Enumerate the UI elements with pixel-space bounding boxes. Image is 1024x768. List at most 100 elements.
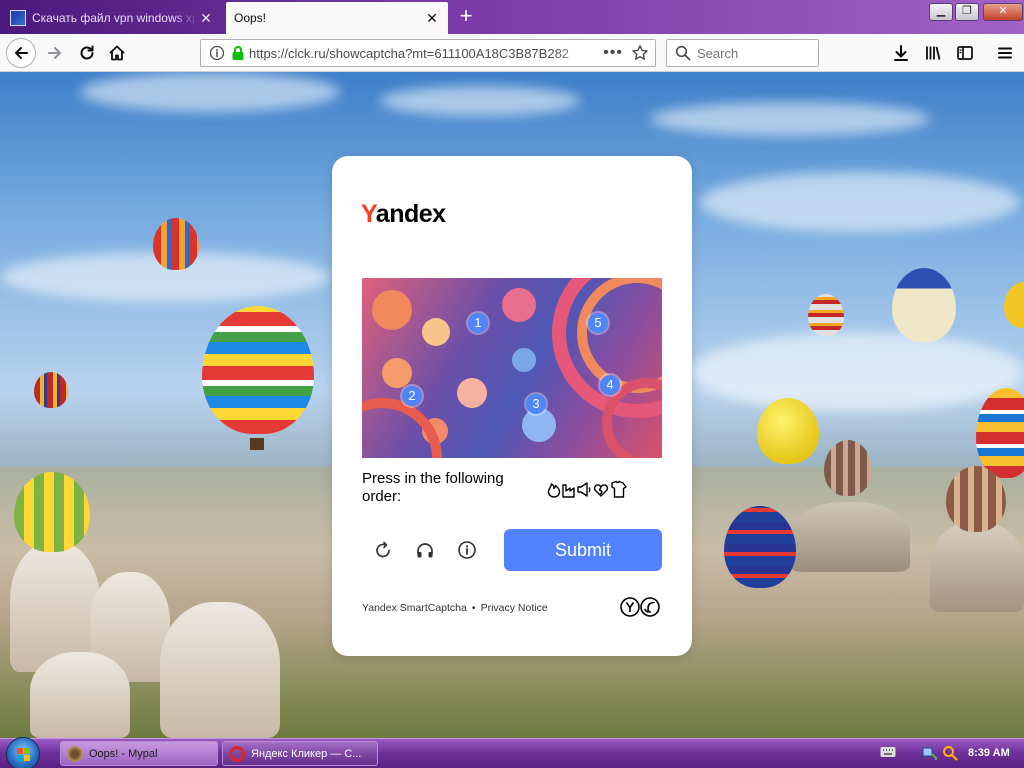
tab-title: Скачать файл vpn windows xp xyxy=(32,11,198,25)
captcha-instruction: Press in the following order: xyxy=(362,470,504,505)
site-favicon-icon xyxy=(10,10,26,26)
search-tray-icon[interactable] xyxy=(942,745,958,764)
keyboard-layout-icon[interactable] xyxy=(880,745,896,762)
tab-vpn-download[interactable]: Скачать файл vpn windows xp ✕ xyxy=(2,2,222,34)
browser-tab-bar: Скачать файл vpn windows xp ✕ Oops! ✕ + … xyxy=(0,0,1024,34)
hot-air-balloon xyxy=(202,306,314,434)
windows-logo-icon xyxy=(17,748,30,761)
taskbar-item-label: Oops! - Mypal xyxy=(89,747,158,760)
refresh-icon xyxy=(376,541,390,558)
reload-icon xyxy=(80,45,94,60)
cloud xyxy=(650,102,930,136)
refresh-captcha-button[interactable] xyxy=(369,536,397,564)
hot-air-balloon xyxy=(976,388,1024,478)
captcha-marker[interactable]: 1 xyxy=(468,313,488,333)
rock-formation xyxy=(160,602,280,738)
decor-circle xyxy=(512,348,536,372)
captcha-footer: Yandex SmartCaptcha • Privacy Notice xyxy=(362,602,548,614)
info-icon[interactable] xyxy=(209,45,225,61)
hot-air-balloon xyxy=(153,218,199,270)
smartcaptcha-logo-icon xyxy=(620,597,660,617)
navigation-toolbar: https://clck.ru/showcaptcha?mt=611100A18… xyxy=(0,34,1024,72)
broken-heart-icon xyxy=(593,484,609,497)
url-text: https://clck.ru/showcaptcha?mt=611100A18… xyxy=(249,45,570,61)
cloud xyxy=(380,86,580,116)
network-icon[interactable] xyxy=(922,745,938,764)
captcha-card: Yandex 1 2 3 4 5 Press in the following … xyxy=(332,156,692,656)
hot-air-balloon xyxy=(946,466,1006,532)
hot-air-balloon xyxy=(1004,282,1024,328)
reload-button[interactable] xyxy=(72,38,102,68)
url-bar[interactable]: https://clck.ru/showcaptcha?mt=611100A18… xyxy=(200,39,656,67)
hamburger-menu-icon xyxy=(998,47,1012,59)
padlock-icon[interactable] xyxy=(231,45,245,61)
tab-close-icon[interactable]: ✕ xyxy=(198,10,214,27)
window-close-button[interactable]: ✕ xyxy=(983,3,1023,21)
hot-air-balloon xyxy=(757,398,819,464)
captcha-marker[interactable]: 3 xyxy=(526,394,546,414)
search-input[interactable] xyxy=(697,45,807,61)
taskbar-item-opera[interactable]: Яндекс Кликер — С... xyxy=(222,741,378,766)
search-bar[interactable] xyxy=(666,39,819,67)
download-icon xyxy=(894,45,908,61)
home-button[interactable] xyxy=(102,38,132,68)
tab-close-icon[interactable]: ✕ xyxy=(424,10,440,27)
rock-formation xyxy=(30,652,130,738)
window-restore-button[interactable]: ❐ xyxy=(955,3,979,21)
back-arrow-icon xyxy=(15,47,28,59)
tab-title: Oops! xyxy=(234,11,267,25)
captcha-marker[interactable]: 5 xyxy=(588,313,608,333)
decor-ring xyxy=(362,398,442,458)
yandex-logo: Yandex xyxy=(361,200,446,228)
opera-browser-icon xyxy=(229,745,245,762)
windows-taskbar: Oops! - Mypal Яндекс Кликер — С... 8:39 … xyxy=(0,737,1024,768)
captcha-marker[interactable]: 2 xyxy=(402,386,422,406)
page-actions-icon[interactable]: ••• xyxy=(603,44,623,62)
cloud xyxy=(700,172,1020,232)
privacy-notice-link[interactable]: Privacy Notice xyxy=(481,602,548,614)
home-icon xyxy=(109,45,125,61)
decor-circle xyxy=(382,358,412,388)
hot-air-balloon xyxy=(808,294,844,336)
submit-button[interactable]: Submit xyxy=(504,529,662,571)
flame-icon xyxy=(547,483,561,498)
taskbar-item-mypal[interactable]: Oops! - Mypal xyxy=(60,741,218,766)
info-circle-icon xyxy=(458,541,476,559)
library-button[interactable] xyxy=(918,38,948,68)
sidebar-icon xyxy=(957,46,973,60)
decor-circle xyxy=(422,318,450,346)
rock-formation xyxy=(790,502,910,572)
start-button[interactable] xyxy=(6,737,40,768)
back-button[interactable] xyxy=(6,38,36,68)
decor-circle xyxy=(457,378,487,408)
footer-separator: • xyxy=(471,602,476,614)
rock-formation xyxy=(930,522,1024,612)
hot-air-balloon xyxy=(824,440,872,496)
captcha-image[interactable]: 1 2 3 4 5 xyxy=(362,278,662,458)
megaphone-icon xyxy=(577,482,591,497)
tab-oops[interactable]: Oops! ✕ xyxy=(226,2,448,34)
decor-circle xyxy=(372,290,412,330)
menu-button[interactable] xyxy=(990,38,1020,68)
cloud xyxy=(690,332,1024,412)
mypal-browser-icon xyxy=(67,745,83,762)
downloads-button[interactable] xyxy=(886,38,916,68)
sidebar-button[interactable] xyxy=(950,38,980,68)
taskbar-clock[interactable]: 8:39 AM xyxy=(968,747,1010,759)
info-captcha-button[interactable] xyxy=(453,536,481,564)
hot-air-balloon xyxy=(34,372,68,408)
bookmark-star-icon[interactable] xyxy=(631,44,649,62)
new-tab-plus-icon[interactable]: + xyxy=(452,4,480,30)
forward-button[interactable] xyxy=(40,38,70,68)
taskbar-item-label: Яндекс Кликер — С... xyxy=(251,747,362,760)
window-minimize-button[interactable]: ▁ xyxy=(929,3,953,21)
captcha-marker[interactable]: 4 xyxy=(600,375,620,395)
smartcaptcha-link[interactable]: Yandex SmartCaptcha xyxy=(362,602,467,614)
shirt-icon xyxy=(611,480,627,498)
balloon-basket xyxy=(250,438,264,450)
headphones-icon xyxy=(417,543,433,558)
order-icons-strip xyxy=(547,480,627,498)
audio-captcha-button[interactable] xyxy=(411,536,439,564)
hot-air-balloon xyxy=(14,472,90,552)
factory-icon xyxy=(562,484,575,498)
